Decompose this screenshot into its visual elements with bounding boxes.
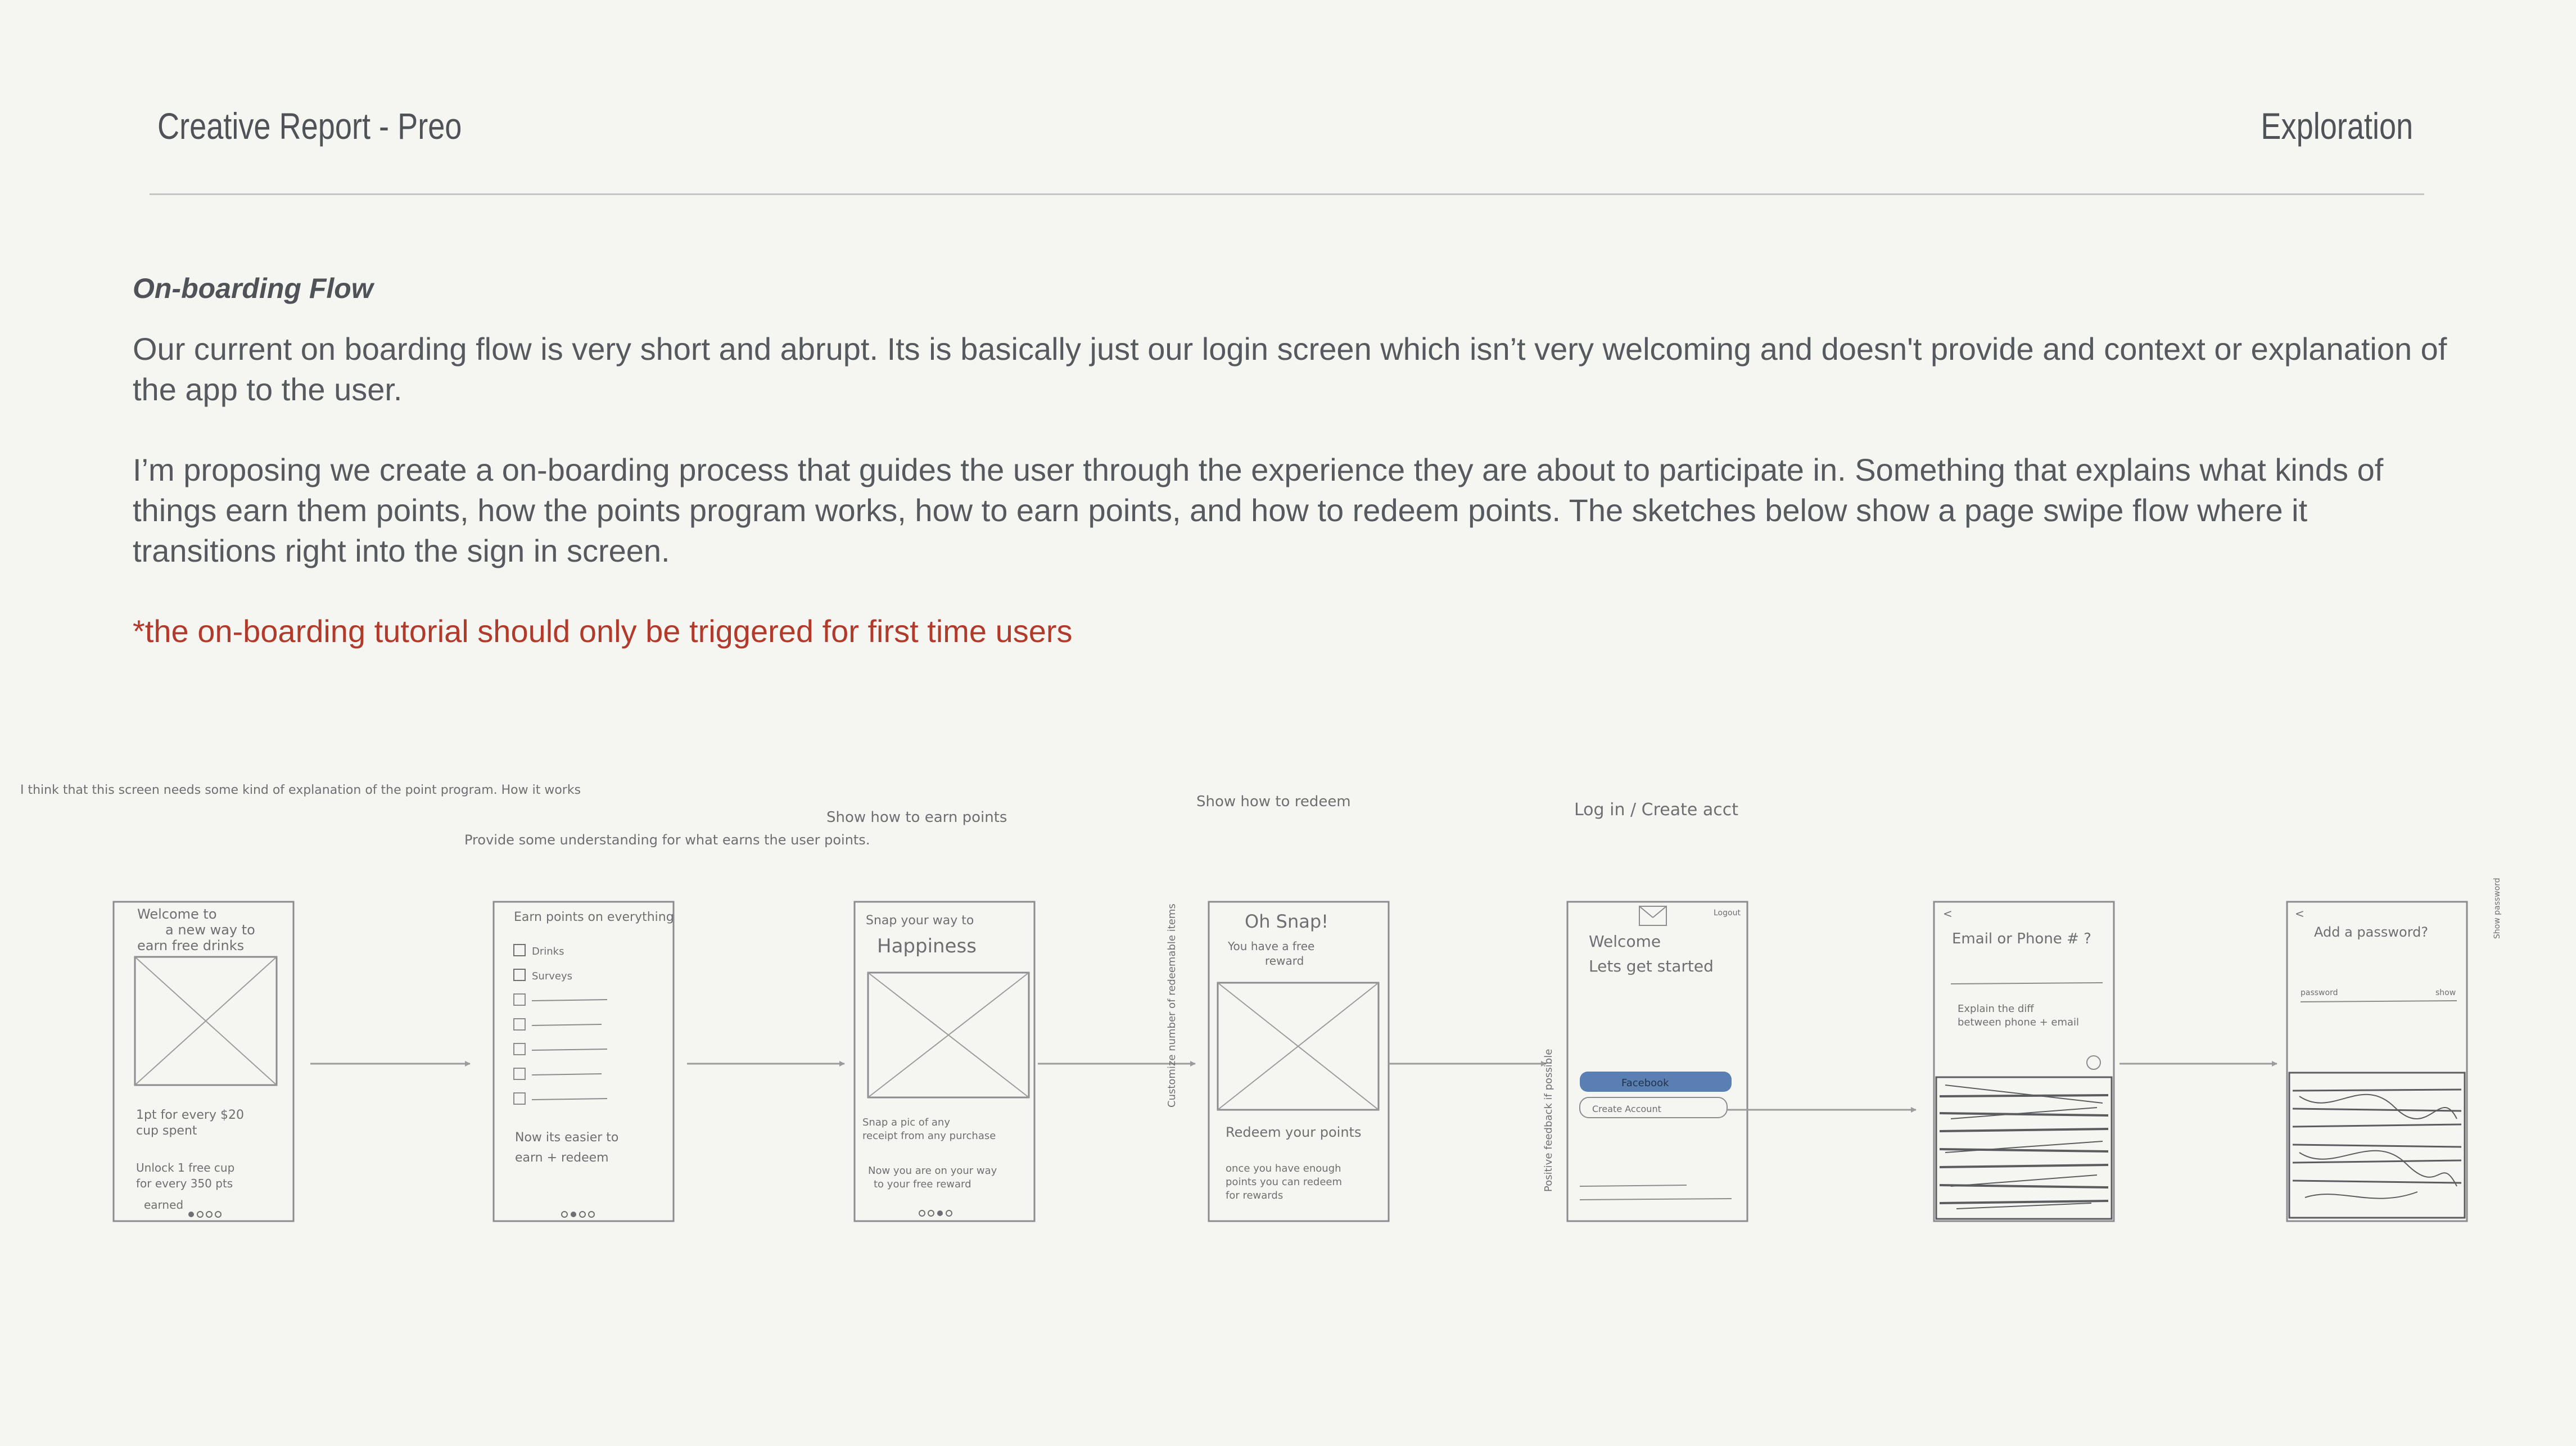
annotation-1: I think that this screen needs some kind… [20,783,581,797]
screen-text: Facebook [1621,1077,1669,1089]
page-dots [561,1211,595,1218]
screen-text: Lets get started [1589,957,1714,975]
sketch-screen-redeem: Oh Snap! You have a free reward Redeem y… [1166,901,1390,1222]
screen-text: earned [144,1198,183,1212]
onboarding-sketches: I think that this screen needs some kind… [0,759,2576,1299]
report-title: Creative Report - Preo [157,105,462,147]
annotation-text: Show how to earn points [826,809,1007,826]
screen-text: earn free drinks [137,938,244,954]
back-icon: < [1943,907,1953,920]
side-note: Positive feedback if possible [1543,1049,1554,1192]
screen-text: between phone + email [1958,1016,2079,1028]
side-note: Show password [2493,878,2502,939]
annotation-text: Provide some understanding for what earn… [464,832,870,848]
screen-text: Drinks [532,946,564,957]
checkbox-icon [513,944,526,956]
side-note: Customize number of redeemable items [1166,903,1178,1108]
screen-text: Welcome to [137,906,217,922]
sketch-canvas: I think that this screen needs some kind… [20,783,2502,1222]
screen-text: Unlock 1 free cup [136,1161,234,1174]
screen-text: for rewards [1226,1190,1283,1201]
screen-text: Snap a pic of any [862,1117,950,1128]
screen-text: password [2301,988,2338,997]
screen-text: Now you are on your way [868,1165,997,1177]
paragraph-current-flow: Our current on boarding flow is very sho… [133,331,2447,407]
section-heading: On-boarding Flow [133,273,373,304]
screen-text: Create Account [1592,1104,1661,1114]
keyboard-sketch [2288,1072,2466,1219]
page-dots [919,1210,952,1217]
annotation-5: Log in / Create acct [1574,800,1738,820]
sketch-screen-snap: Snap your way to Happiness Snap a pic of… [853,901,1036,1222]
screen-text: Explain the diff [1958,1003,2034,1015]
screen-text: Email or Phone # ? [1952,930,2091,947]
keyboard-sketch [1935,1076,2113,1220]
screen-text: earn + redeem [515,1151,609,1165]
list-placeholder-lines [513,993,608,1105]
back-icon: < [2295,907,2304,920]
screen-text: Snap your way to [866,914,974,928]
screen-text: cup spent [136,1124,197,1138]
report-page: Creative Report - Preo Exploration On-bo… [0,0,2576,1446]
screen-text: once you have enough [1226,1163,1341,1174]
screen-text: Add a password? [2314,924,2428,940]
sketch-screen-password: < Add a password? password show Show pas… [2286,878,2502,1222]
screen-text: points you can redeem [1226,1176,1342,1188]
annotation-text: Show how to redeem [1196,793,1351,810]
sketch-screen-login: Logout Welcome Lets get started Facebook… [1543,901,1748,1222]
annotation-2: Provide some understanding for what earn… [464,832,870,848]
screen-text: to your free reward [874,1178,971,1190]
screen-text: a new way to [165,922,255,938]
header-divider [150,193,2424,195]
screen-text: for every 350 pts [136,1177,233,1190]
screen-text: Happiness [877,935,977,957]
screen-text: Surveys [532,970,572,982]
screen-text: reward [1265,954,1304,968]
sketch-screen-earn-points: Earn points on everything Drinks Surveys… [492,901,675,1222]
screen-text: Logout [1714,909,1741,918]
checkbox-icon [513,969,526,981]
annotation-text: I think that this screen needs some kind… [20,783,581,797]
sketch-screen-welcome: Welcome to a new way to earn free drinks… [112,901,295,1222]
annotation-3: Show how to earn points [826,809,1007,826]
annotation-text: Log in / Create acct [1574,800,1738,820]
screen-text: You have a free [1227,939,1314,953]
page-dots [188,1211,222,1218]
section-label: Exploration [2261,105,2413,147]
paragraph-proposal: I’m proposing we create a on-boarding pr… [133,452,2384,568]
screen-text: Earn points on everything [514,910,674,924]
logo-icon [1639,906,1667,926]
screen-text: Oh Snap! [1245,911,1328,932]
screen-text: Welcome [1589,932,1661,951]
screen-text: Redeem your points [1226,1124,1361,1140]
first-time-user-note: *the on-boarding tutorial should only be… [133,613,1073,649]
annotation-4: Show how to redeem [1196,793,1351,810]
sketch-screen-email-phone: < Email or Phone # ? Explain the diff be… [1933,901,2115,1222]
screen-text: Now its easier to [515,1131,618,1145]
screen-text: 1pt for every $20 [136,1108,244,1122]
screen-text: receipt from any purchase [862,1130,996,1142]
screen-text: show [2435,988,2456,997]
